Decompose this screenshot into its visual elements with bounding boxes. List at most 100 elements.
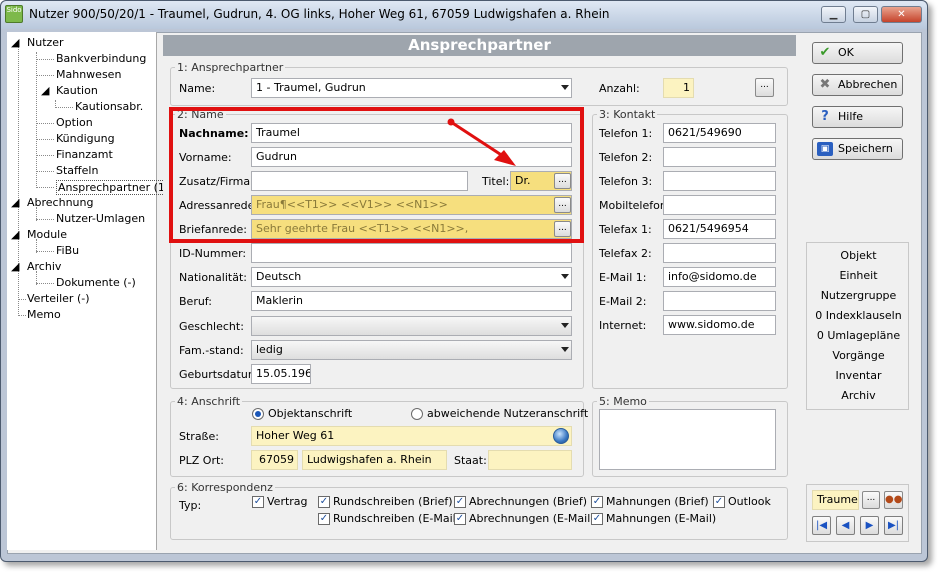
- tree-item-memo[interactable]: Memo: [27, 308, 61, 321]
- tree-expander-icon[interactable]: ◢: [11, 260, 19, 273]
- rundschreiben-email-checkbox[interactable]: ✓: [318, 513, 330, 525]
- anzahl-more-button[interactable]: ...: [755, 78, 774, 97]
- zusatz-field[interactable]: [251, 171, 468, 191]
- outlook-label[interactable]: Outlook: [728, 495, 771, 508]
- tree-item-bankverbindung[interactable]: Bankverbindung: [56, 52, 146, 65]
- briefanrede-more-button[interactable]: ...: [554, 221, 571, 237]
- tree-item-archiv[interactable]: Archiv: [27, 260, 61, 273]
- tree-item-dokumente[interactable]: Dokumente (-): [56, 276, 136, 289]
- link-vorgaenge[interactable]: Vorgänge: [807, 349, 910, 362]
- beruf-label: Beruf:: [179, 295, 212, 308]
- beruf-field[interactable]: Maklerin: [251, 291, 572, 311]
- email2-field[interactable]: [663, 291, 776, 311]
- current-record-field: Traumel,: [812, 490, 859, 510]
- help-label: Hilfe: [838, 110, 864, 123]
- tree-item-finanzamt[interactable]: Finanzamt: [56, 148, 113, 161]
- nationalitaet-label: Nationalität:: [179, 271, 247, 284]
- link-objekt[interactable]: Objekt: [807, 249, 910, 262]
- nutzeranschrift-radio[interactable]: [411, 408, 423, 420]
- adressanrede-more-button[interactable]: ...: [554, 197, 571, 213]
- link-inventar[interactable]: Inventar: [807, 369, 910, 382]
- tree-item-staffeln[interactable]: Staffeln: [56, 164, 98, 177]
- cancel-button[interactable]: ✖ Abbrechen: [812, 74, 903, 96]
- geburtsdatum-field[interactable]: 15.05.1965: [251, 364, 311, 384]
- maximize-button[interactable]: ▢: [853, 6, 878, 23]
- rundschreiben-brief-label[interactable]: Rundschreiben (Brief): [333, 495, 453, 508]
- last-record-button[interactable]: ▶|: [884, 516, 903, 535]
- save-label: Speichern: [838, 142, 893, 155]
- famstand-select[interactable]: ledig: [251, 340, 572, 360]
- link-nutzergruppe[interactable]: Nutzergruppe: [807, 289, 910, 302]
- next-record-button[interactable]: ▶: [860, 516, 879, 535]
- mobiltelefon-field[interactable]: [663, 195, 776, 215]
- globe-icon[interactable]: [553, 428, 569, 444]
- tree-expander-icon[interactable]: ◢: [11, 196, 19, 209]
- mahnungen-email-checkbox[interactable]: ✓: [591, 513, 603, 525]
- telefax1-field[interactable]: 0621/5496954: [663, 219, 776, 239]
- tree-item-nutzer[interactable]: Nutzer: [27, 36, 64, 49]
- adressanrede-field[interactable]: Frau¶<<T1>> <<V1>> <<N1>>: [251, 195, 572, 215]
- vertrag-checkbox[interactable]: ✓: [252, 496, 264, 508]
- id-nummer-field[interactable]: [251, 243, 572, 263]
- ok-button[interactable]: ✔ OK: [812, 42, 903, 64]
- vertrag-label[interactable]: Vertrag: [267, 495, 308, 508]
- rundschreiben-brief-checkbox[interactable]: ✓: [318, 496, 330, 508]
- tree-item-fibu[interactable]: FiBu: [56, 244, 79, 257]
- prev-record-button[interactable]: ◀: [836, 516, 855, 535]
- chevron-down-icon: [561, 274, 569, 279]
- link-indexklauseln[interactable]: 0 Indexklauseln: [807, 309, 910, 322]
- tree-item-option[interactable]: Option: [56, 116, 93, 129]
- mahnungen-brief-checkbox[interactable]: ✓: [591, 496, 603, 508]
- abrechnungen-brief-checkbox[interactable]: ✓: [454, 496, 466, 508]
- vorname-label: Vorname:: [179, 151, 232, 164]
- section-4-legend: 4: Anschrift: [175, 395, 243, 408]
- titel-more-button[interactable]: ...: [554, 173, 571, 189]
- tree-expander-icon[interactable]: ◢: [11, 36, 19, 49]
- people-icon[interactable]: ●●: [884, 491, 903, 509]
- objektanschrift-radio[interactable]: [252, 408, 264, 420]
- record-more-button[interactable]: ...: [862, 491, 880, 509]
- help-button[interactable]: ? Hilfe: [812, 106, 903, 128]
- briefanrede-field[interactable]: Sehr geehrte Frau <<T1>> <<N1>>,: [251, 219, 572, 239]
- first-record-button[interactable]: |◀: [812, 516, 831, 535]
- nationalitaet-select[interactable]: Deutsch: [251, 267, 572, 287]
- memo-textarea[interactable]: [599, 409, 776, 470]
- title-bar[interactable]: Sido Nutzer 900/50/20/1 - Traumel, Gudru…: [1, 1, 927, 29]
- close-button[interactable]: ✕: [881, 6, 922, 23]
- minimize-button[interactable]: ▁: [821, 6, 846, 23]
- outlook-checkbox[interactable]: ✓: [713, 496, 725, 508]
- tree-item-module[interactable]: Module: [27, 228, 67, 241]
- telefon2-field[interactable]: [663, 147, 776, 167]
- abrechnungen-email-label[interactable]: Abrechnungen (E-Mail): [469, 512, 595, 525]
- tree-item-verteiler[interactable]: Verteiler (-): [27, 292, 90, 305]
- abrechnungen-email-checkbox[interactable]: ✓: [454, 513, 466, 525]
- geschlecht-select[interactable]: [251, 316, 572, 336]
- kontakt-label: E-Mail 2:: [599, 295, 647, 308]
- mahnungen-brief-label[interactable]: Mahnungen (Brief): [606, 495, 709, 508]
- save-button[interactable]: ▣ Speichern: [812, 138, 903, 160]
- zusatz-label: Zusatz/Firma:: [179, 175, 254, 188]
- tree-item-abrechnung[interactable]: Abrechnung: [27, 196, 93, 209]
- tree-item-kuendigung[interactable]: Kündigung: [56, 132, 115, 145]
- tree-item-nutzer-umlagen[interactable]: Nutzer-Umlagen: [56, 212, 145, 225]
- abrechnungen-brief-label[interactable]: Abrechnungen (Brief): [469, 495, 587, 508]
- tree-item-kautionsabr[interactable]: Kautionsabr.: [75, 100, 143, 113]
- link-archiv[interactable]: Archiv: [807, 389, 910, 402]
- telefax2-field[interactable]: [663, 243, 776, 263]
- rundschreiben-email-label[interactable]: Rundschreiben (E-Mail): [333, 512, 460, 525]
- nutzeranschrift-label[interactable]: abweichende Nutzeranschrift: [427, 407, 588, 420]
- link-umlageplaene[interactable]: 0 Umlagepläne: [807, 329, 910, 342]
- tree-expander-icon[interactable]: ◢: [41, 84, 49, 97]
- ansprechpartner-select[interactable]: 1 - Traumel, Gudrun: [251, 78, 572, 98]
- email1-field[interactable]: info@sidomo.de: [663, 267, 776, 287]
- telefon3-field[interactable]: [663, 171, 776, 191]
- mahnungen-email-label[interactable]: Mahnungen (E-Mail): [606, 512, 716, 525]
- tree-item-mahnwesen[interactable]: Mahnwesen: [56, 68, 121, 81]
- tree-item-ansprechpartner[interactable]: Ansprechpartner (1): [56, 180, 172, 195]
- internet-field[interactable]: www.sidomo.de: [663, 315, 776, 335]
- tree-expander-icon[interactable]: ◢: [11, 228, 19, 241]
- telefon1-field[interactable]: 0621/549690: [663, 123, 776, 143]
- link-einheit[interactable]: Einheit: [807, 269, 910, 282]
- tree-item-kaution[interactable]: Kaution: [56, 84, 98, 97]
- objektanschrift-label[interactable]: Objektanschrift: [268, 407, 352, 420]
